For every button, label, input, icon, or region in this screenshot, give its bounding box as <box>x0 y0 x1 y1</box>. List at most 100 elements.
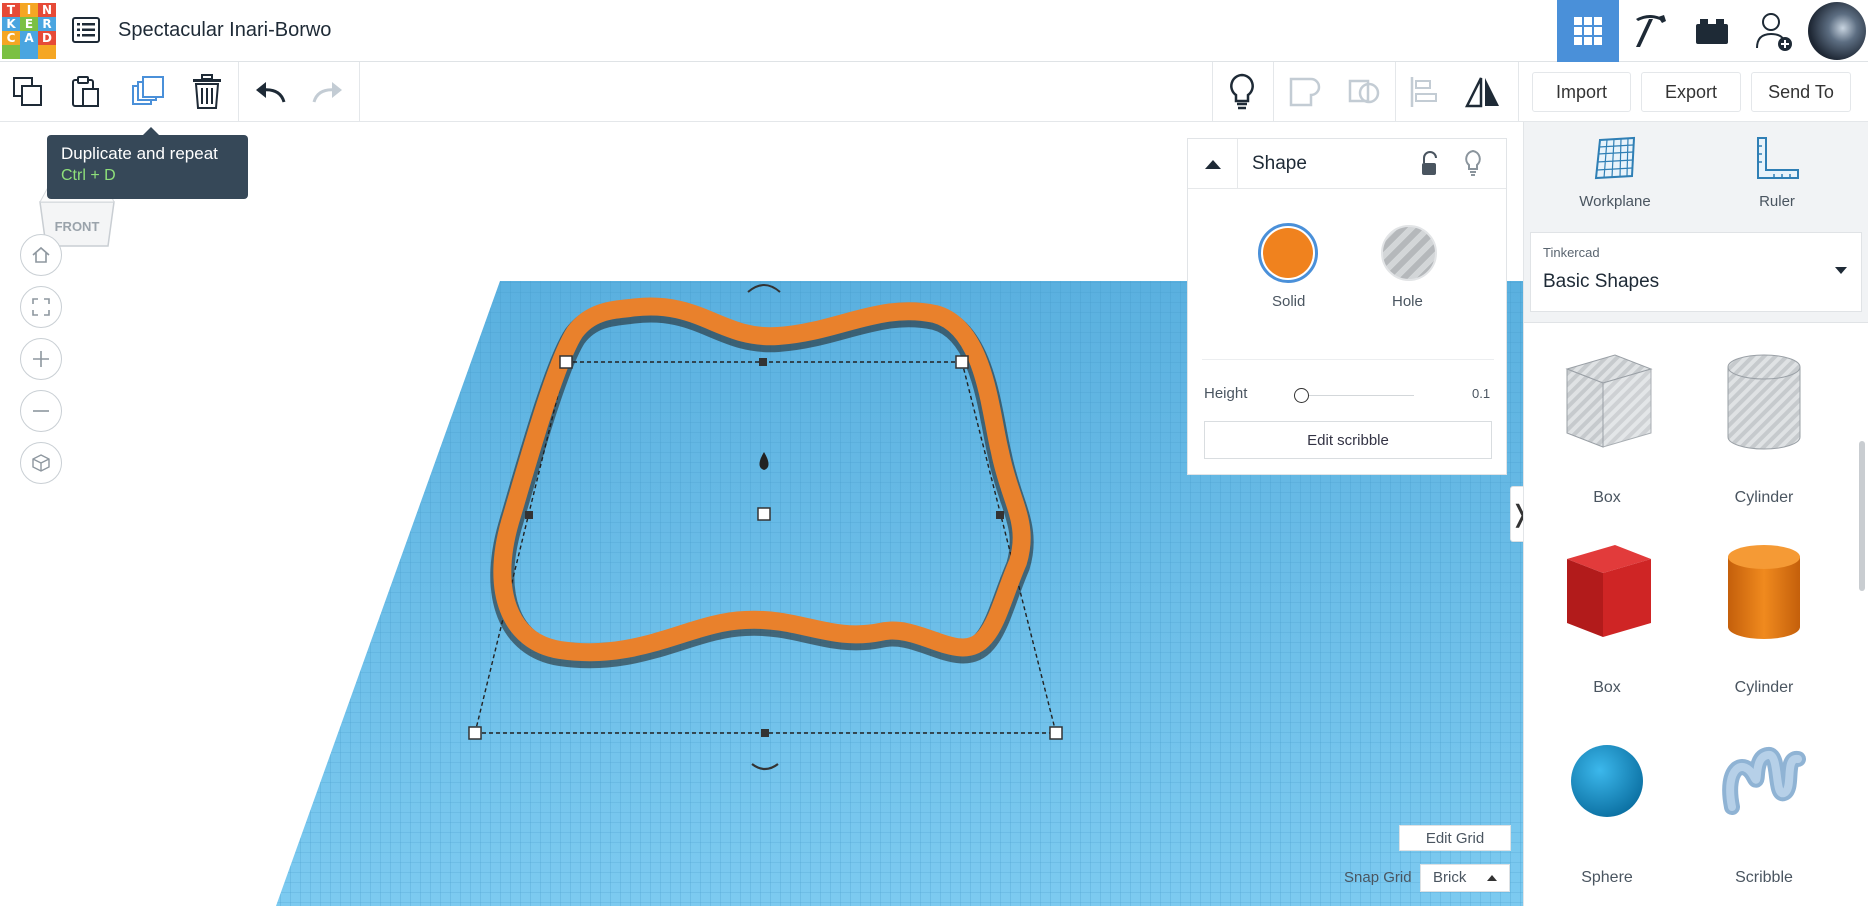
library-name: Basic Shapes <box>1543 271 1660 292</box>
delete-button[interactable] <box>187 72 227 112</box>
hole-option[interactable] <box>1381 225 1437 281</box>
avatar[interactable] <box>1806 0 1868 62</box>
shape-item-cylinder-hole[interactable]: Cylinder <box>1699 343 1829 523</box>
logo-letter: K <box>2 17 20 31</box>
home-icon <box>32 246 50 263</box>
logo-letter: E <box>20 17 38 31</box>
mirror-icon <box>1464 77 1499 108</box>
group-button[interactable] <box>1284 72 1324 112</box>
top-bar: T I N K E R C A D Spectacular Inari-Borw… <box>0 0 1868 62</box>
home-view-button[interactable] <box>20 234 62 276</box>
scribble-icon <box>1722 747 1806 815</box>
toolbar-divider <box>238 62 239 122</box>
logo-letter: N <box>38 3 56 17</box>
workplane-tool[interactable]: Workplane <box>1550 136 1680 216</box>
shape-label: Cylinder <box>1734 679 1794 696</box>
export-button[interactable]: Export <box>1641 72 1741 112</box>
shapes-sidebar: Workplane Ruler Tinkercad Basic Shapes B… <box>1523 122 1868 906</box>
blocks-view-button[interactable] <box>1619 0 1681 62</box>
edit-grid-button[interactable]: Edit Grid <box>1399 825 1511 851</box>
shape-library-dropdown[interactable]: Tinkercad Basic Shapes <box>1530 232 1862 312</box>
fit-view-button[interactable] <box>20 286 62 328</box>
solid-option[interactable] <box>1258 223 1318 283</box>
toolbar-divider <box>1273 62 1274 122</box>
send-to-button[interactable]: Send To <box>1751 72 1851 112</box>
lock-button[interactable] <box>1420 151 1440 182</box>
zoom-in-button[interactable] <box>20 338 62 380</box>
lightbulb-icon <box>1465 149 1481 176</box>
avatar-image <box>1808 2 1866 60</box>
shape-item-box-hole[interactable]: Box <box>1542 343 1672 523</box>
design-title[interactable]: Spectacular Inari-Borwo <box>118 19 331 42</box>
invite-user-button[interactable] <box>1743 0 1805 62</box>
ungroup-button[interactable] <box>1344 72 1384 112</box>
duplicate-button[interactable] <box>128 72 168 112</box>
cube-icon <box>32 454 50 472</box>
box-hole-icon <box>1565 354 1653 448</box>
workplane-label: Workplane <box>1579 193 1651 210</box>
duplicate-tooltip: Duplicate and repeat Ctrl + D <box>47 127 248 199</box>
shapes-grid: Box Cylinder Box Cylinder Sphere Scribbl… <box>1524 322 1868 906</box>
redo-button[interactable] <box>308 72 348 112</box>
collapse-panel-button[interactable] <box>1188 139 1238 189</box>
notes-button[interactable] <box>1222 72 1262 112</box>
paste-button[interactable] <box>66 72 106 112</box>
perspective-toggle-button[interactable] <box>20 442 62 484</box>
logo-letter: D <box>38 31 56 45</box>
shape-panel-header: Shape <box>1188 139 1506 189</box>
pickaxe-icon <box>1636 15 1666 47</box>
view-cube-front-label: FRONT <box>55 219 100 234</box>
copy-button[interactable] <box>8 72 48 112</box>
minus-icon <box>33 410 49 412</box>
mirror-button[interactable] <box>1463 72 1503 112</box>
ruler-tool[interactable]: Ruler <box>1712 136 1842 216</box>
bricks-view-button[interactable] <box>1681 0 1743 62</box>
logo-letter: T <box>2 3 20 17</box>
zoom-out-button[interactable] <box>20 390 62 432</box>
tinkercad-logo[interactable]: T I N K E R C A D <box>2 3 56 59</box>
toolbar-divider <box>1212 62 1213 122</box>
align-button[interactable] <box>1404 72 1444 112</box>
solid-color-swatch <box>1263 228 1313 278</box>
logo-letter: R <box>38 17 56 31</box>
shape-item-cylinder[interactable]: Cylinder <box>1699 533 1829 713</box>
ungroup-icon <box>1348 79 1380 104</box>
library-group-label: Tinkercad <box>1543 245 1600 260</box>
undo-button[interactable] <box>250 72 290 112</box>
height-slider-thumb[interactable] <box>1294 388 1309 403</box>
brick-icon <box>1696 19 1728 44</box>
workplane-icon <box>1594 136 1636 180</box>
logo-letter: A <box>20 31 38 45</box>
import-button[interactable]: Import <box>1532 72 1631 112</box>
caret-down-icon <box>1835 267 1847 274</box>
snap-grid-label: Snap Grid <box>1344 869 1412 886</box>
hole-label: Hole <box>1392 293 1423 310</box>
shape-label: Box <box>1593 489 1621 506</box>
trash-icon <box>193 74 221 109</box>
toolbar-divider <box>1518 62 1519 122</box>
design-list-button[interactable] <box>72 17 100 43</box>
toolbar-divider <box>1395 62 1396 122</box>
unlock-icon <box>1422 151 1437 175</box>
height-value: 0.1 <box>1472 386 1491 401</box>
shape-notes-button[interactable] <box>1463 149 1483 182</box>
snap-grid-select[interactable]: Brick <box>1420 864 1510 892</box>
shapes-scrollbar[interactable] <box>1859 441 1865 591</box>
height-row: Height 0.1 <box>1204 383 1494 407</box>
shape-item-box[interactable]: Box <box>1542 533 1672 713</box>
edit-scribble-button[interactable]: Edit scribble <box>1204 421 1492 459</box>
shape-item-scribble[interactable]: Scribble <box>1699 723 1829 903</box>
3d-design-view-button[interactable] <box>1557 0 1619 62</box>
height-label: Height <box>1204 385 1248 402</box>
box-red-icon <box>1567 545 1651 637</box>
shape-label: Scribble <box>1735 869 1793 886</box>
height-slider-track[interactable] <box>1294 395 1414 396</box>
list-icon <box>72 17 100 43</box>
toolbar: Import Export Send To <box>0 62 1868 122</box>
shape-item-sphere[interactable]: Sphere <box>1542 723 1672 903</box>
logo-letter <box>38 45 56 59</box>
group-icon <box>1289 77 1321 107</box>
align-icon <box>1410 77 1437 107</box>
shape-label: Box <box>1593 679 1621 696</box>
logo-letter <box>20 45 38 59</box>
